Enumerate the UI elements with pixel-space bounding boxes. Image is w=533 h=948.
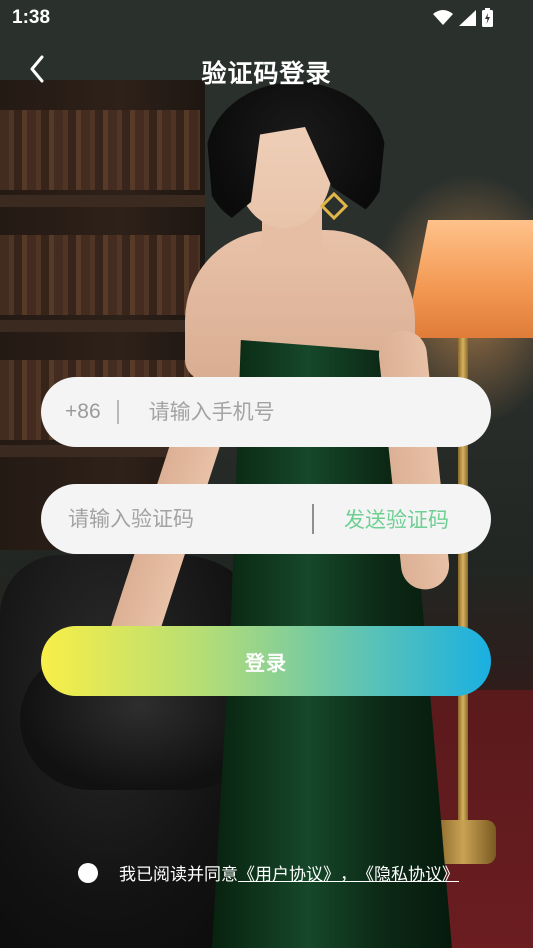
user-agreement-link[interactable]: 《用户协议》 — [238, 860, 340, 885]
login-button-label: 登录 — [245, 650, 287, 675]
agreement-checkbox[interactable] — [78, 862, 98, 883]
phone-divider — [116, 400, 119, 424]
verification-code-input[interactable] — [66, 506, 300, 532]
phone-field: +86 — [41, 377, 491, 447]
signal-icon — [459, 9, 476, 30]
agreement-separator: ， — [340, 865, 357, 885]
wifi-icon — [433, 9, 453, 30]
send-code-button[interactable]: 发送验证码 — [344, 504, 449, 534]
code-field: 发送验证码 — [41, 484, 491, 554]
code-divider — [312, 504, 314, 534]
agreement-text: 我已阅读并同意 — [119, 865, 238, 885]
background-photo — [0, 0, 533, 948]
status-time: 1:38 — [12, 7, 51, 28]
status-icons — [433, 8, 493, 31]
battery-charging-icon — [482, 8, 493, 31]
agreement-row: 我已阅读并同意 《用户协议》 ， 《隐私协议》 — [78, 860, 459, 885]
login-button[interactable]: 登录 — [41, 626, 491, 696]
phone-input[interactable] — [146, 399, 451, 425]
privacy-policy-link[interactable]: 《隐私协议》 — [357, 860, 459, 885]
status-bar: 1:38 — [0, 0, 533, 36]
page-title: 验证码登录 — [201, 59, 332, 88]
lamp-decor — [405, 220, 533, 338]
country-code[interactable]: +86 — [65, 400, 101, 424]
